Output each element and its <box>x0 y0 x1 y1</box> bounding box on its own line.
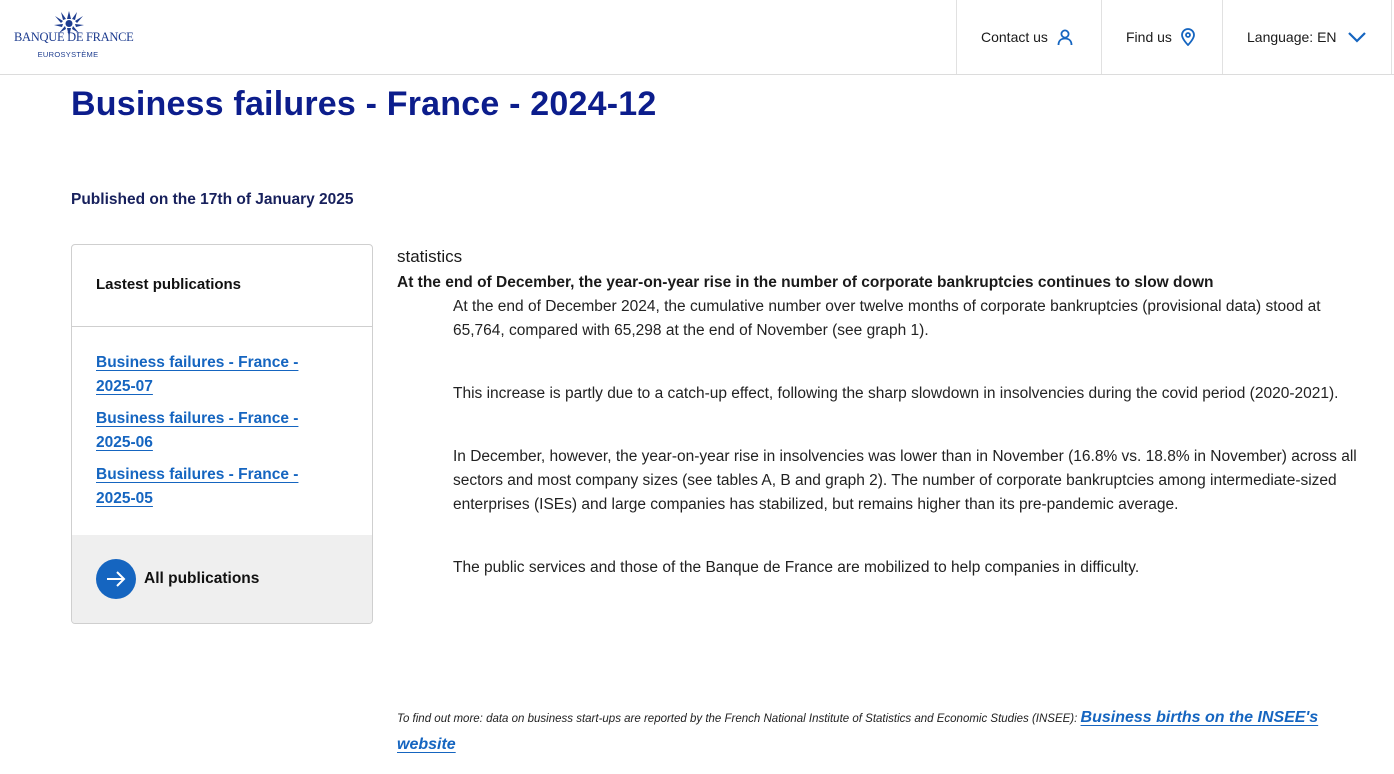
chevron-down-icon <box>1347 32 1366 43</box>
location-pin-icon <box>1181 28 1195 46</box>
article-paragraph: This increase is partly due to a catch-u… <box>453 385 1339 402</box>
all-publications-button[interactable]: All publications <box>72 535 372 623</box>
page-title: Business failures - France - 2024-12 <box>71 85 657 123</box>
arrow-right-icon <box>96 559 136 599</box>
user-icon <box>1057 29 1073 46</box>
footnote-text: To find out more: data on business start… <box>397 713 1081 725</box>
contact-us-label: Contact us <box>981 29 1048 45</box>
article-category: statistics <box>397 247 463 266</box>
publication-link[interactable]: Business failures - France - 2025-05 <box>96 463 326 511</box>
language-label: Language: EN <box>1247 29 1337 45</box>
article-paragraph: The public services and those of the Ban… <box>453 559 1140 576</box>
footnote: To find out more: data on business start… <box>397 705 1347 758</box>
site-header: BANQUE DE FRANCE EUROSYSTÈME Contact us … <box>0 0 1394 75</box>
contact-us-link[interactable]: Contact us <box>956 0 1101 74</box>
publication-link[interactable]: Business failures - France - 2025-07 <box>96 351 326 399</box>
article-paragraph: At the end of December 2024, the cumulat… <box>453 298 1321 339</box>
logo-brand-text: BANQUE DE FRANCE <box>14 30 134 44</box>
published-date: Published on the 17th of January 2025 <box>71 191 354 208</box>
find-us-label: Find us <box>1126 29 1172 45</box>
article-paragraph: In December, however, the year-on-year r… <box>453 448 1357 513</box>
article-headline: At the end of December, the year-on-year… <box>397 274 1214 291</box>
all-publications-label: All publications <box>144 570 260 587</box>
latest-publications-list: Business failures - France - 2025-07 Bus… <box>72 327 372 511</box>
find-us-link[interactable]: Find us <box>1101 0 1222 74</box>
publication-link[interactable]: Business failures - France - 2025-06 <box>96 407 326 455</box>
language-selector[interactable]: Language: EN <box>1222 0 1392 74</box>
bdf-logo[interactable]: BANQUE DE FRANCE EUROSYSTÈME <box>14 9 134 61</box>
latest-publications-card: Lastest publications Business failures -… <box>71 244 373 624</box>
logo-sub-text: EUROSYSTÈME <box>37 50 99 59</box>
article-body: statistics At the end of December, the y… <box>397 247 1357 580</box>
latest-publications-heading: Lastest publications <box>72 245 372 327</box>
